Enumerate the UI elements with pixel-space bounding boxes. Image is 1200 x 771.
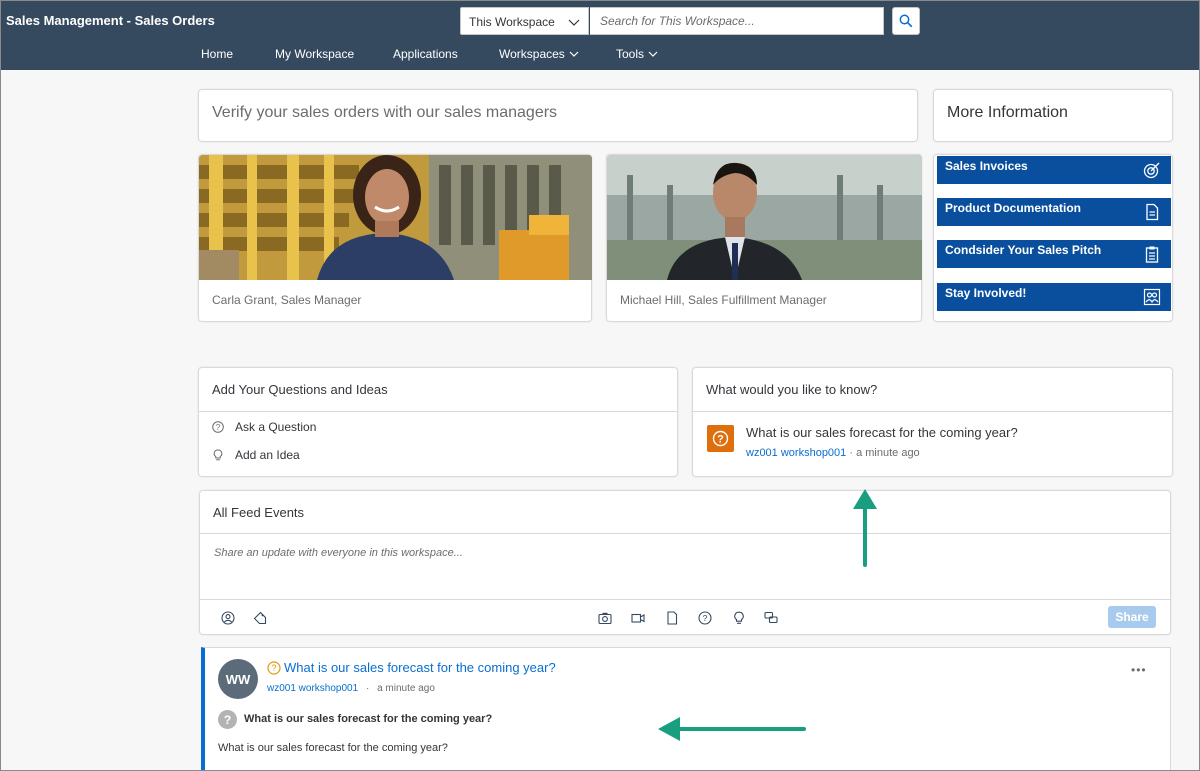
nav-tools[interactable]: Tools [616,47,658,61]
author-link[interactable]: wz001 workshop001 [267,683,358,694]
verify-card: Verify your sales orders with our sales … [198,89,918,142]
feed-post: WW ? What is our sales forecast for the … [201,647,1171,770]
post-body: What is our sales forecast for the comin… [218,742,448,754]
question-circle-icon[interactable]: ? [698,611,712,625]
video-icon[interactable] [631,611,645,625]
tile-stay-involved[interactable]: Stay Involved! [937,283,1171,311]
chevron-down-icon [568,19,580,26]
question-badge-icon: ? [707,425,734,452]
search-scope-select[interactable]: This Workspace [460,7,589,35]
ask-question-link[interactable]: ? Ask a Question [212,420,316,434]
author-link[interactable]: wz001 workshop001 [746,447,846,459]
svg-text:?: ? [703,613,708,623]
mention-user-icon[interactable] [221,611,235,625]
svg-text:?: ? [717,434,724,446]
tile-sales-invoices[interactable]: Sales Invoices [937,156,1171,184]
nav-home[interactable]: Home [201,47,233,61]
post-title-link[interactable]: What is our sales forecast for the comin… [284,660,556,675]
search-icon [899,14,913,28]
add-idea-link[interactable]: Add an Idea [212,448,300,462]
person-photo-michael [607,155,922,280]
camera-icon[interactable] [598,611,612,625]
more-information-title: More Information [947,104,1068,121]
question-circle-icon: ? [212,421,224,433]
tile-sales-pitch[interactable]: Condsider Your Sales Pitch [937,240,1171,268]
questions-ideas-card: Add Your Questions and Ideas ? Ask a Que… [198,367,678,477]
person-caption: Carla Grant, Sales Manager [212,293,362,307]
know-question-meta: wz001 workshop001 · a minute ago [746,447,920,459]
target-icon [1143,162,1160,179]
feed-title: All Feed Events [213,505,305,520]
app-title: Sales Management - Sales Orders [6,13,215,28]
question-circle-icon: ? [267,661,281,675]
verify-title: Verify your sales orders with our sales … [212,104,558,121]
avatar[interactable]: WW [218,659,258,699]
lightbulb-icon [213,449,223,461]
share-button[interactable]: Share [1108,606,1156,628]
person-photo-carla [199,155,592,280]
search-button[interactable] [892,7,920,35]
nav-my-workspace[interactable]: My Workspace [275,47,354,61]
annotation-arrow-left-icon [658,717,806,741]
lightbulb-icon[interactable] [732,611,746,625]
annotation-arrow-up-icon [853,489,877,567]
clipboard-icon [1145,246,1159,263]
group-icon [1143,288,1161,306]
post-question-title: What is our sales forecast for the comin… [244,713,493,725]
tile-product-documentation[interactable]: Product Documentation [937,198,1171,226]
chevron-down-icon [569,51,579,57]
chevron-down-icon [648,51,658,57]
nav-workspaces[interactable]: Workspaces [499,47,579,61]
more-information-card: More Information [933,89,1173,142]
person-card-michael[interactable]: Michael Hill, Sales Fulfillment Manager [606,154,922,322]
app-frame: Sales Management - Sales Orders This Wor… [0,0,1200,771]
search-input[interactable] [590,7,884,35]
timestamp: a minute ago [377,683,435,694]
questions-ideas-title: Add Your Questions and Ideas [212,382,388,397]
person-caption: Michael Hill, Sales Fulfillment Manager [620,293,827,307]
know-card: What would you like to know? ? What is o… [692,367,1173,477]
divider [200,599,1170,600]
nav-applications[interactable]: Applications [393,47,458,61]
attachment-document-icon[interactable] [665,611,679,625]
divider [199,411,677,412]
document-icon [1146,203,1159,221]
timestamp: a minute ago [856,447,920,459]
person-card-carla[interactable]: Carla Grant, Sales Manager [198,154,592,322]
shell-header: Sales Management - Sales Orders This Wor… [1,1,1199,70]
svg-text:?: ? [216,423,221,432]
svg-text:?: ? [271,663,276,673]
more-options-icon[interactable]: ••• [1131,663,1147,677]
discussion-icon[interactable] [764,611,778,625]
know-title: What would you like to know? [706,382,878,397]
feed-share-input[interactable]: Share an update with everyone in this wo… [214,547,463,559]
question-mark-icon: ? [218,710,237,729]
feed-card: All Feed Events Share an update with eve… [199,490,1171,635]
divider [693,411,1172,412]
search-scope-label: This Workspace [469,15,555,29]
divider [200,533,1170,534]
tag-icon[interactable] [253,611,267,625]
know-question-link[interactable]: What is our sales forecast for the comin… [746,425,1018,440]
post-meta: wz001 workshop001 · a minute ago [267,683,435,694]
